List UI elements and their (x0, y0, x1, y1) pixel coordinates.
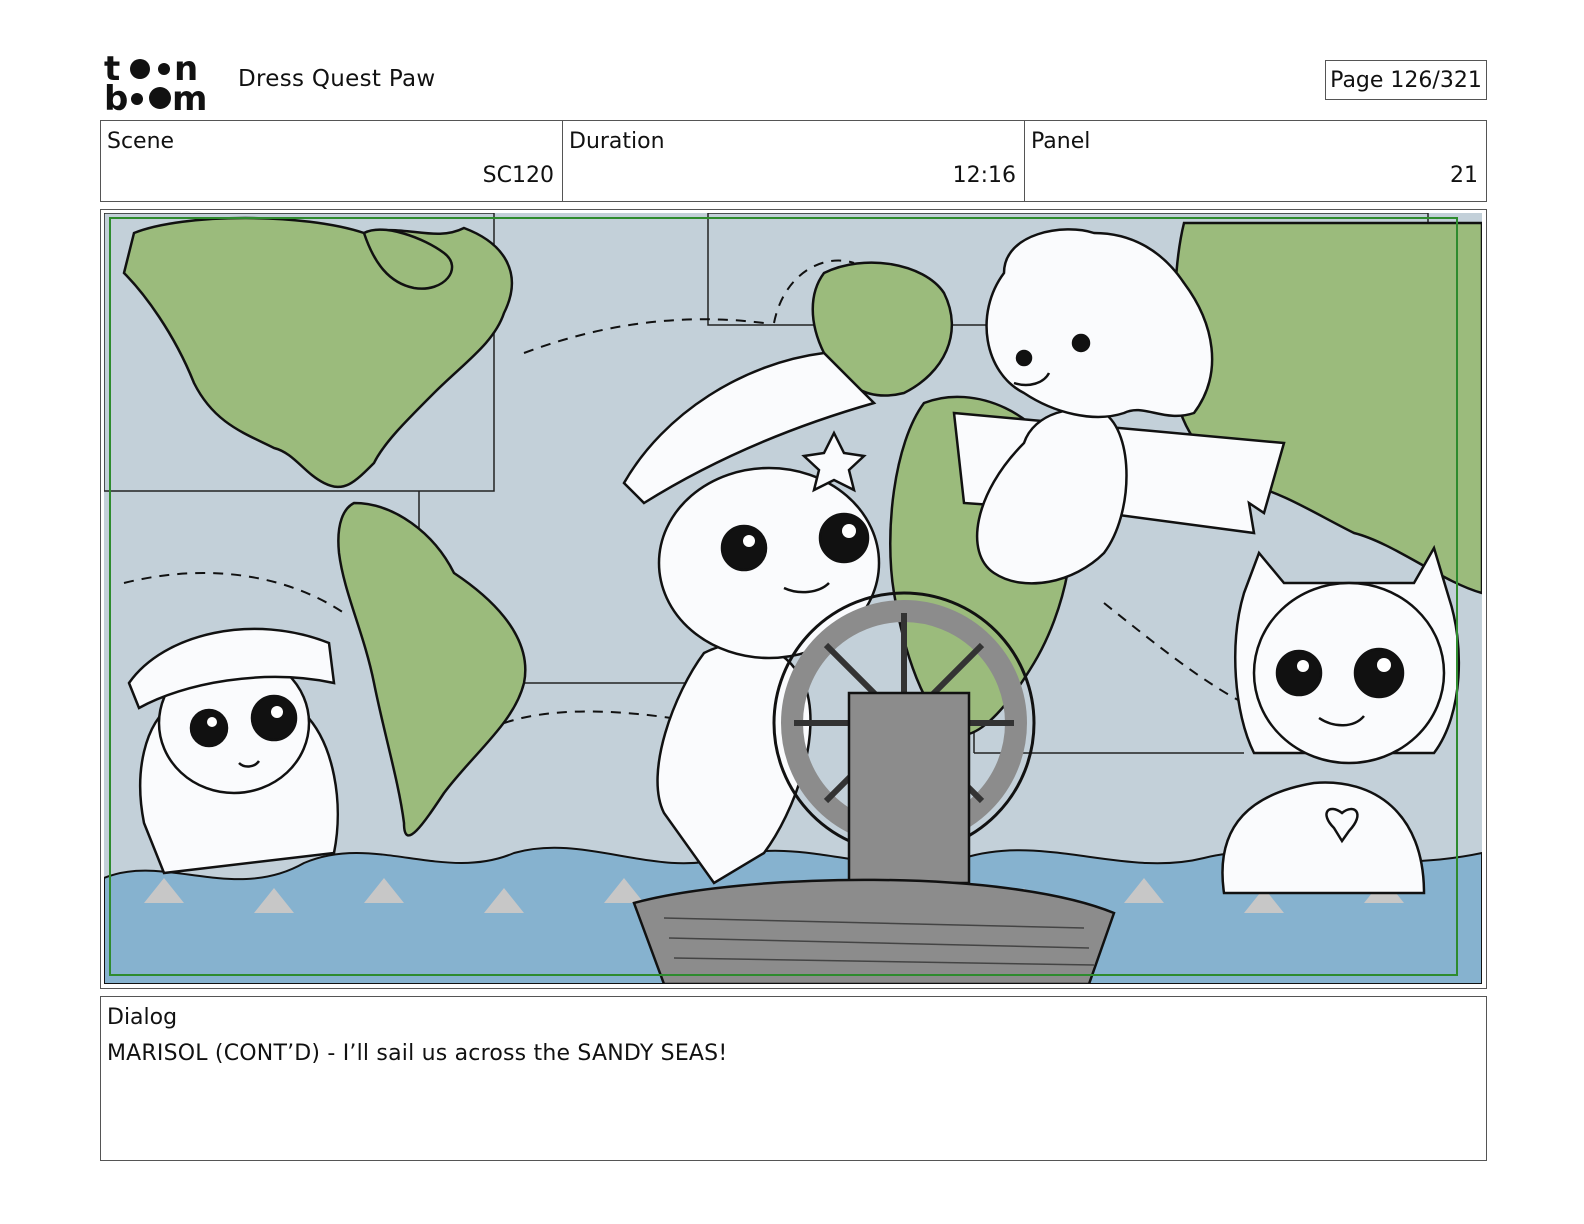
duration-value: 12:16 (952, 163, 1016, 188)
storyboard-panel (100, 209, 1487, 989)
panel-label: Panel (1031, 129, 1091, 154)
svg-text:b: b (104, 79, 128, 112)
scene-value: SC120 (482, 163, 554, 188)
project-title: Dress Quest Paw (238, 66, 436, 92)
character-left (127, 627, 339, 875)
dialog-label: Dialog (107, 1005, 178, 1030)
info-table: Scene SC120 Duration 12:16 Panel 21 (100, 120, 1487, 202)
dialog-text: MARISOL (CONT’D) - I’ll sail us across t… (107, 1041, 728, 1066)
panel-drawing (104, 213, 1482, 984)
svg-text:m: m (172, 79, 207, 112)
duration-cell: Duration 12:16 (563, 121, 1025, 201)
panel-cell: Panel 21 (1025, 121, 1486, 201)
dialog-box: Dialog MARISOL (CONT’D) - I’ll sail us a… (100, 996, 1487, 1161)
page-indicator: Page 126/321 (1325, 60, 1487, 100)
toonboom-logo: t n b m (104, 52, 207, 112)
scene-cell: Scene SC120 (101, 121, 563, 201)
duration-label: Duration (569, 129, 665, 154)
scene-label: Scene (107, 129, 175, 154)
panel-value: 21 (1450, 163, 1478, 188)
